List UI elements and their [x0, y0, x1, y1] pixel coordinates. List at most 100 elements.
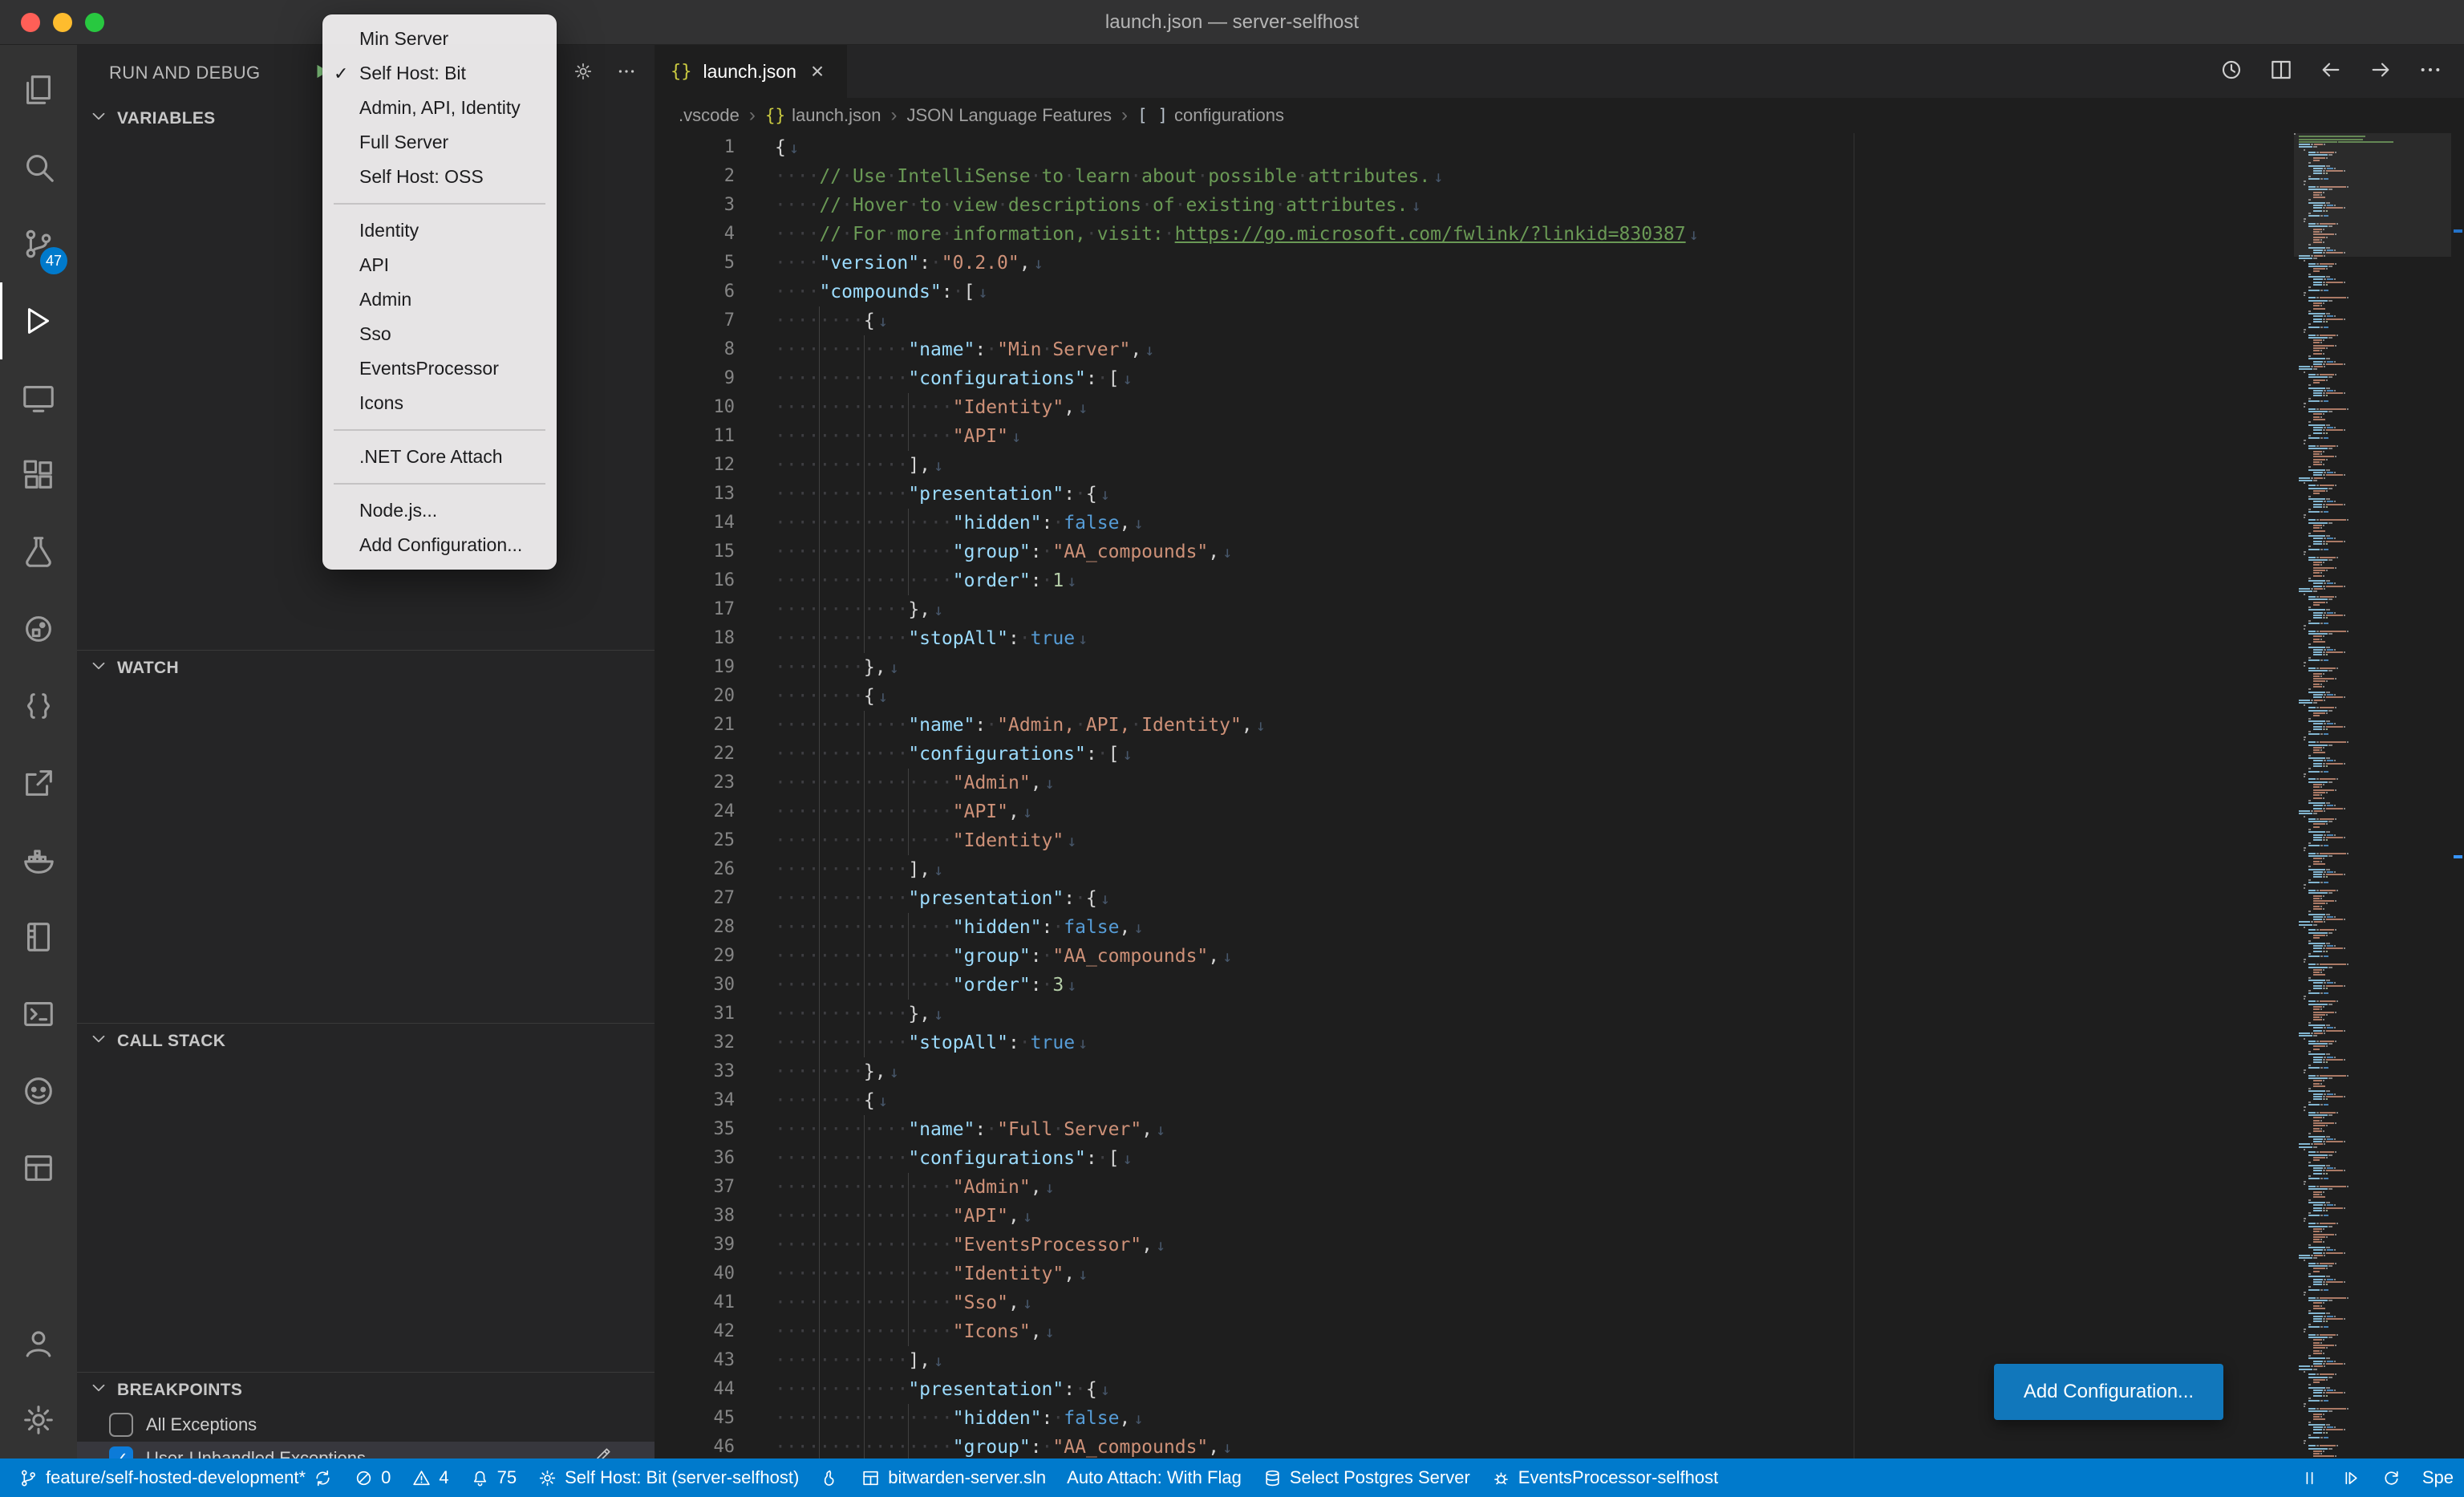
status-item-git-branch[interactable]: feature/self-hosted-development* — [8, 1458, 343, 1497]
status-item-postgres-server[interactable]: Select Postgres Server — [1252, 1458, 1481, 1497]
menu-item[interactable]: EventsProcessor — [322, 351, 557, 386]
menu-item[interactable]: Min Server — [322, 22, 557, 56]
code-line[interactable]: ················"order":·1↓ — [654, 566, 2280, 595]
menu-item[interactable]: Icons — [322, 386, 557, 420]
tab-launch-json[interactable]: {} launch.json × — [654, 45, 847, 98]
code-line[interactable]: ····//·For·more·information,·visit:·http… — [654, 220, 2280, 249]
code-line[interactable]: ············"configurations":·[↓ — [654, 364, 2280, 393]
minimize-window-button[interactable] — [53, 13, 72, 32]
status-item-spell-checker[interactable]: Spe — [2412, 1458, 2464, 1497]
status-item-events-processor[interactable]: EventsProcessor-selfhost — [1481, 1458, 1728, 1497]
code-line[interactable]: ········},↓ — [654, 1057, 2280, 1086]
status-item-debug-pause[interactable] — [2289, 1458, 2330, 1497]
code-line[interactable]: ················"hidden":·false,↓ — [654, 913, 2280, 942]
code-line[interactable]: ············],↓ — [654, 855, 2280, 884]
activity-item-run-and-debug[interactable] — [0, 282, 77, 359]
status-item-debug-continue[interactable] — [2330, 1458, 2371, 1497]
section-header-watch[interactable]: WATCH — [77, 651, 654, 686]
code-line[interactable]: ············"stopAll":·true↓ — [654, 1028, 2280, 1057]
breadcrumb-item[interactable]: [ ]configurations — [1137, 105, 1284, 126]
status-item-hot-reload[interactable] — [809, 1458, 850, 1497]
activity-item-explorer[interactable] — [0, 51, 77, 128]
code-line[interactable]: ················"API",↓ — [654, 1202, 2280, 1231]
breakpoint-checkbox[interactable]: ✓ — [109, 1446, 133, 1458]
code-line[interactable]: ················"Identity"↓ — [654, 826, 2280, 855]
section-header-callstack[interactable]: CALL STACK — [77, 1024, 654, 1059]
code-line[interactable]: ················"API"↓ — [654, 422, 2280, 451]
code-line[interactable]: {↓ — [654, 133, 2280, 162]
code-line[interactable]: ············"name":·"Min·Server",↓ — [654, 335, 2280, 364]
breakpoint-row[interactable]: All Exceptions — [77, 1408, 654, 1442]
menu-item[interactable]: Admin — [322, 282, 557, 317]
menu-item[interactable]: API — [322, 248, 557, 282]
status-item-warnings[interactable]: 4 — [401, 1458, 459, 1497]
status-item-solution[interactable]: bitwarden-server.sln — [850, 1458, 1056, 1497]
code-line[interactable]: ················"hidden":·false,↓ — [654, 509, 2280, 538]
activity-item-extensions[interactable] — [0, 436, 77, 513]
debug-settings-button[interactable] — [573, 61, 594, 86]
breadcrumb-item[interactable]: {}launch.json — [765, 105, 881, 126]
code-line[interactable]: ················"group":·"AA_compounds",… — [654, 1433, 2280, 1458]
menu-item[interactable]: Sso — [322, 317, 557, 351]
code-line[interactable]: ····"version":·"0.2.0",↓ — [654, 249, 2280, 278]
activity-item-docker[interactable] — [0, 822, 77, 899]
activity-item-accounts[interactable] — [0, 1304, 77, 1381]
activity-item-source-control[interactable]: 47 — [0, 205, 77, 282]
code-line[interactable]: ········},↓ — [654, 653, 2280, 682]
minimap-viewport[interactable] — [2294, 133, 2451, 257]
code-line[interactable]: ················"EventsProcessor",↓ — [654, 1231, 2280, 1260]
close-window-button[interactable] — [21, 13, 40, 32]
code-line[interactable]: ············"configurations":·[↓ — [654, 740, 2280, 769]
menu-item[interactable]: Self Host: OSS — [322, 160, 557, 194]
menu-item[interactable]: Node.js... — [322, 493, 557, 528]
timeline-button[interactable] — [2219, 57, 2244, 87]
activity-item-nuget[interactable] — [0, 590, 77, 667]
more-actions-button[interactable] — [2417, 57, 2443, 87]
code-line[interactable]: ············},↓ — [654, 595, 2280, 624]
code-line[interactable]: ················"group":·"AA_compounds",… — [654, 538, 2280, 566]
code-line[interactable]: ····"compounds":·[↓ — [654, 278, 2280, 306]
code-line[interactable]: ········{↓ — [654, 306, 2280, 335]
code-line[interactable]: ················"Sso",↓ — [654, 1288, 2280, 1317]
code-line[interactable]: ················"Icons",↓ — [654, 1317, 2280, 1346]
code-line[interactable]: ············"configurations":·[↓ — [654, 1144, 2280, 1173]
section-header-breakpoints[interactable]: BREAKPOINTS — [77, 1373, 654, 1408]
split-editor-button[interactable] — [2268, 57, 2294, 87]
activity-item-remote-explorer[interactable] — [0, 359, 77, 436]
menu-item[interactable]: Identity — [322, 213, 557, 248]
minimap[interactable] — [2294, 133, 2451, 1458]
activity-item-terminal[interactable] — [0, 976, 77, 1053]
activity-item-copilot[interactable] — [0, 1053, 77, 1130]
status-item-notifications-count[interactable]: 75 — [460, 1458, 527, 1497]
code-line[interactable]: ················"API",↓ — [654, 797, 2280, 826]
code-line[interactable]: ················"Identity",↓ — [654, 1260, 2280, 1288]
code-line[interactable]: ············"name":·"Admin,·API,·Identit… — [654, 711, 2280, 740]
status-item-errors[interactable]: 0 — [343, 1458, 401, 1497]
menu-item[interactable]: ✓ Self Host: Bit — [322, 56, 557, 91]
tab-close-icon[interactable]: × — [811, 60, 824, 83]
navigate-back-button[interactable] — [2318, 57, 2344, 87]
breadcrumb-item[interactable]: JSON Language Features — [906, 105, 1112, 126]
code-line[interactable]: ············],↓ — [654, 451, 2280, 480]
activity-item-live-share[interactable] — [0, 744, 77, 822]
activity-item-testing[interactable] — [0, 513, 77, 590]
activity-item-notebooks[interactable] — [0, 899, 77, 976]
breakpoint-checkbox[interactable] — [109, 1413, 133, 1437]
navigate-forward-button[interactable] — [2368, 57, 2393, 87]
code-line[interactable]: ················"order":·3↓ — [654, 971, 2280, 1000]
breakpoint-row[interactable]: ✓ User-Unhandled Exceptions — [77, 1442, 654, 1458]
add-configuration-button[interactable]: Add Configuration... — [1994, 1364, 2223, 1420]
code-line[interactable]: ············"name":·"Full·Server",↓ — [654, 1115, 2280, 1144]
code-line[interactable]: ················"group":·"AA_compounds",… — [654, 942, 2280, 971]
code-line[interactable]: ············"stopAll":·true↓ — [654, 624, 2280, 653]
code-line[interactable]: ············},↓ — [654, 1000, 2280, 1028]
menu-item[interactable]: Full Server — [322, 125, 557, 160]
activity-item-layouts[interactable] — [0, 1130, 77, 1207]
zoom-window-button[interactable] — [85, 13, 104, 32]
status-item-auto-attach[interactable]: Auto Attach: With Flag — [1056, 1458, 1252, 1497]
code-line[interactable]: ················"Admin",↓ — [654, 769, 2280, 797]
breadcrumb-item[interactable]: .vscode — [679, 105, 740, 126]
menu-item[interactable]: .NET Core Attach — [322, 440, 557, 474]
menu-item[interactable]: Admin, API, Identity — [322, 91, 557, 125]
code-line[interactable]: ················"Identity",↓ — [654, 393, 2280, 422]
